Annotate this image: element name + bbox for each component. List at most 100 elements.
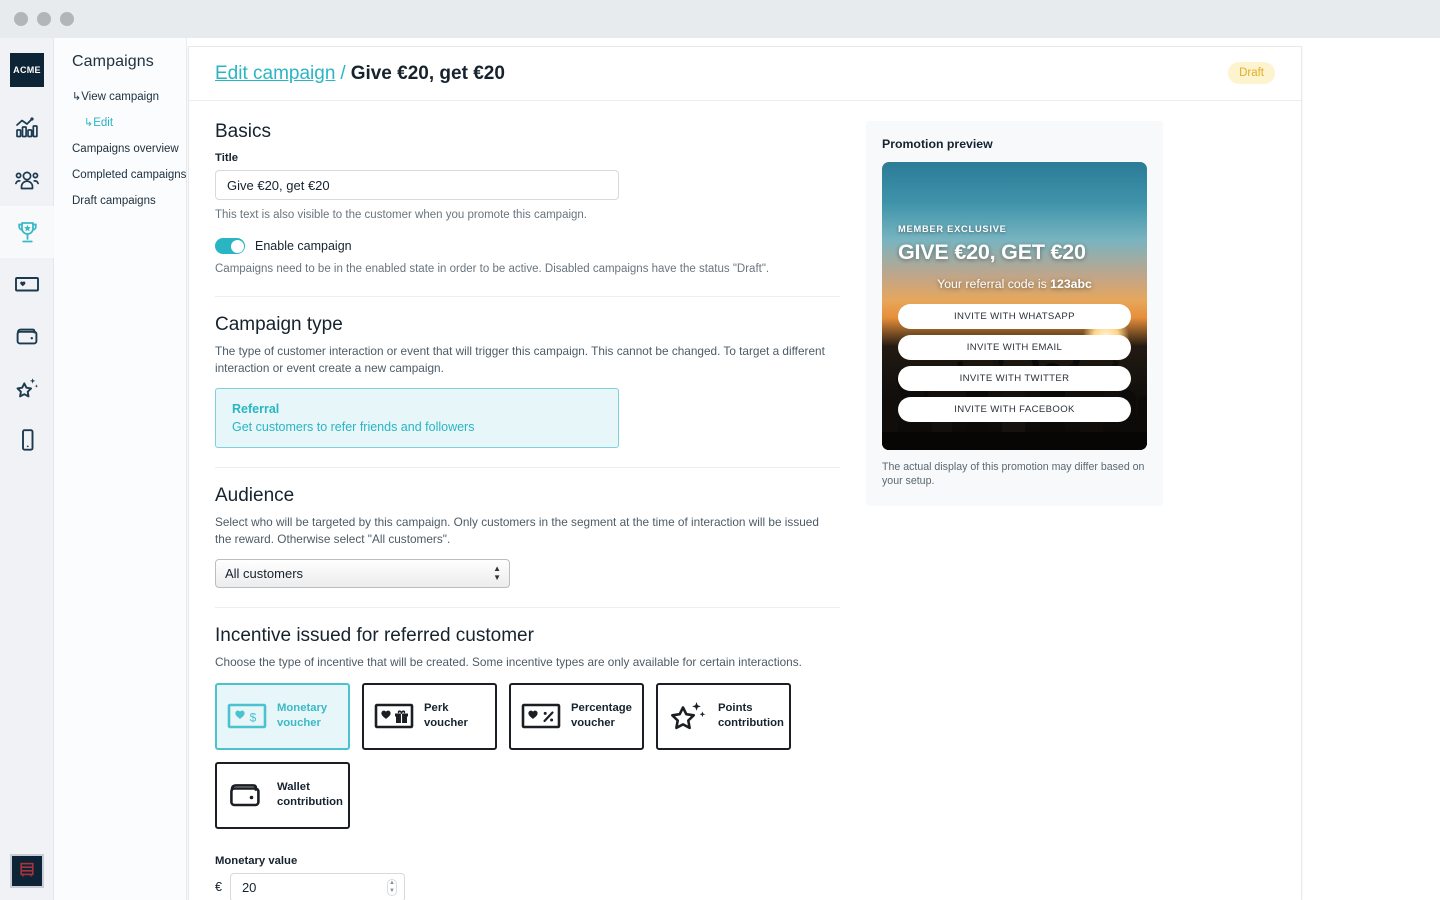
rail-item-campaigns[interactable] (0, 206, 54, 258)
page-body: Basics Title This text is also visible t… (189, 101, 1301, 900)
nav-item-label: Edit (93, 117, 114, 129)
customers-icon (15, 169, 39, 191)
incentive-description: Choose the type of incentive that will b… (215, 655, 802, 669)
nav-item-draft-campaigns[interactable]: Draft campaigns (54, 188, 187, 214)
nav-item-completed-campaigns[interactable]: Completed campaigns (54, 162, 187, 188)
icon-rail: ACME (0, 38, 54, 900)
incentive-card-wallet-contribution[interactable]: Wallet contribution (215, 761, 350, 829)
incentive-card-points-contribution[interactable]: Points contribution (656, 682, 791, 750)
enable-campaign-label: Enable campaign (255, 239, 352, 253)
invite-with-facebook-button[interactable]: INVITE WITH FACEBOOK (898, 397, 1131, 422)
promotion-referral-code: Your referral code is 123abc (898, 277, 1131, 291)
promotion-preview-box: Promotion preview MEMBER EXCLUSIVE GIVE … (866, 121, 1163, 506)
brand-logo[interactable]: ACME (10, 53, 44, 87)
promotion-preview-title: Promotion preview (882, 137, 993, 151)
incentive-card-perk-voucher[interactable]: Perk voucher (362, 682, 497, 750)
promotion-card: MEMBER EXCLUSIVE GIVE €20, GET €20 Your … (882, 162, 1147, 450)
nav-item-edit[interactable]: ↳Edit (54, 110, 187, 136)
rail-item-customers[interactable] (0, 154, 54, 206)
window-controls (14, 12, 74, 26)
voucher-icon (14, 274, 40, 294)
campaign-type-heading: Campaign type (215, 314, 343, 335)
incentive-card-percentage-voucher[interactable]: Percentage voucher (509, 682, 644, 750)
secondary-nav: Campaigns ↳View campaign ↳Edit Campaigns… (54, 38, 187, 900)
nav-item-campaigns-overview[interactable]: Campaigns overview (54, 136, 187, 162)
rail-item-archive[interactable] (10, 854, 44, 888)
nav-list: ↳View campaign ↳Edit Campaigns overview … (54, 84, 187, 214)
currency-symbol: € (215, 880, 222, 894)
promotion-eyebrow: MEMBER EXCLUSIVE (898, 224, 1007, 234)
rail-item-analytics[interactable] (0, 102, 54, 154)
monetary-value-input[interactable] (229, 872, 405, 900)
breadcrumb-separator: / (340, 62, 346, 84)
invite-with-email-button[interactable]: INVITE WITH EMAIL (898, 335, 1131, 360)
promotion-content: MEMBER EXCLUSIVE GIVE €20, GET €20 Your … (882, 162, 1147, 450)
campaign-type-card-referral: Referral Get customers to refer friends … (215, 388, 619, 448)
campaign-type-description: The type of customer interaction or even… (215, 344, 825, 375)
rail-item-points[interactable] (0, 362, 54, 414)
referral-code-value: 123abc (1050, 277, 1092, 291)
page-header: Edit campaign / Give €20, get €20 Draft (189, 47, 1301, 101)
monetary-value-label: Monetary value (215, 854, 298, 867)
divider (215, 607, 840, 608)
monetary-value-row: € ▲▼ (215, 872, 840, 900)
rail-item-vouchers[interactable] (0, 258, 54, 310)
brand-logo-text: ACME (13, 65, 41, 75)
window-titlebar (0, 0, 1440, 38)
invite-with-twitter-button[interactable]: INVITE WITH TWITTER (898, 366, 1131, 391)
promotion-preview-footnote: The actual display of this promotion may… (882, 461, 1145, 487)
percentage-voucher-icon (520, 702, 562, 730)
content-panel: Edit campaign / Give €20, get €20 Draft … (188, 46, 1302, 900)
wallet-icon (15, 325, 39, 347)
referral-code-prefix: Your referral code is (937, 277, 1051, 291)
close-button[interactable] (14, 12, 28, 26)
nav-title: Campaigns (72, 53, 154, 70)
promotion-headline: GIVE €20, GET €20 (898, 240, 1086, 264)
title-help-text: This text is also visible to the custome… (215, 209, 588, 221)
incentive-card-label: Points contribution (718, 702, 784, 729)
basics-heading: Basics (215, 121, 271, 142)
toggle-knob (230, 239, 244, 253)
enable-campaign-help: Campaigns need to be in the enabled stat… (215, 263, 770, 275)
audience-select[interactable]: All customers (215, 559, 510, 588)
analytics-icon (15, 116, 39, 140)
monetary-value-wrap: ▲▼ (229, 872, 405, 900)
number-stepper-icon[interactable]: ▲ ▼ (386, 878, 397, 896)
incentive-card-label: Monetary voucher (277, 702, 328, 729)
title-field-label: Title (215, 152, 239, 164)
mobile-icon (19, 428, 36, 452)
title-input[interactable] (215, 170, 619, 200)
nav-item-label: View campaign (81, 91, 159, 103)
application-root: ACME Campaigns ↳View campaign ↳Edit Camp… (0, 38, 1440, 900)
wallet-card-icon (226, 780, 268, 810)
audience-description: Select who will be targeted by this camp… (215, 515, 819, 546)
form-column: Basics Title This text is also visible t… (215, 121, 840, 900)
enable-campaign-toggle[interactable] (215, 238, 245, 254)
incentive-heading: Incentive issued for referred customer (215, 625, 534, 646)
incentive-card-label: Perk voucher (424, 702, 468, 729)
incentive-card-grid: $ Monetary voucher Perk voucher Percenta… (215, 682, 835, 829)
enable-campaign-row[interactable]: Enable campaign (215, 238, 840, 254)
status-badge: Draft (1228, 62, 1275, 84)
trophy-icon (15, 220, 40, 245)
divider (215, 467, 840, 468)
campaign-type-title: Referral (232, 402, 280, 416)
audience-select-wrap: All customers ▲ ▼ (215, 559, 510, 588)
divider (215, 296, 840, 297)
incentive-card-label: Wallet contribution (277, 781, 343, 808)
incentive-card-monetary-voucher[interactable]: $ Monetary voucher (215, 682, 350, 750)
breadcrumb-edit-campaign[interactable]: Edit campaign (215, 63, 335, 85)
minimize-button[interactable] (37, 12, 51, 26)
nav-item-view-campaign[interactable]: ↳View campaign (54, 84, 187, 110)
rail-item-wallet[interactable] (0, 310, 54, 362)
preview-column: Promotion preview MEMBER EXCLUSIVE GIVE … (866, 121, 1163, 900)
rail-item-mobile[interactable] (0, 414, 54, 466)
perk-voucher-icon (373, 702, 415, 730)
svg-text:$: $ (250, 711, 257, 725)
maximize-button[interactable] (60, 12, 74, 26)
invite-with-whatsapp-button[interactable]: INVITE WITH WHATSAPP (898, 304, 1131, 329)
promotion-invite-buttons: INVITE WITH WHATSAPP INVITE WITH EMAIL I… (898, 304, 1131, 422)
money-voucher-icon: $ (226, 702, 268, 730)
incentive-card-label: Percentage voucher (571, 702, 632, 729)
nav-arrow-icon: ↳ (84, 117, 94, 129)
